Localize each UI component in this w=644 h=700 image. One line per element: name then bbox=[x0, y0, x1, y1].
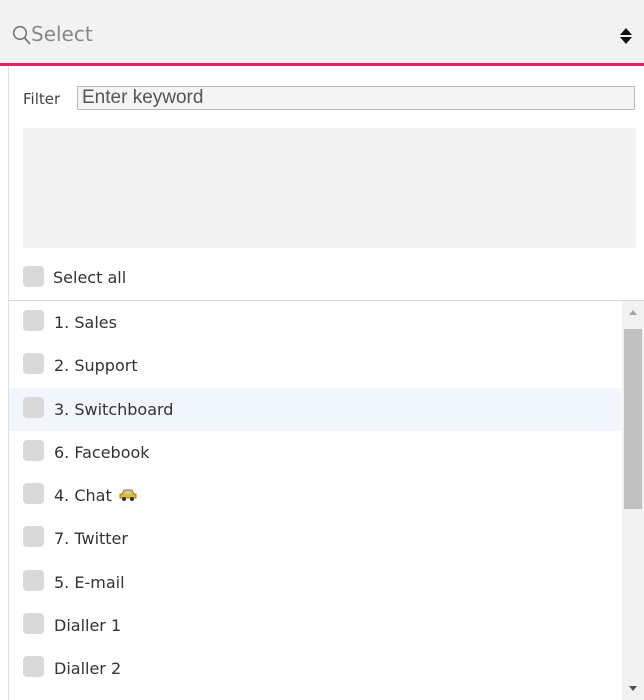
item-checkbox[interactable] bbox=[23, 310, 44, 331]
list-item[interactable]: 2. Support bbox=[9, 344, 621, 387]
list-item[interactable]: Dialler 2 bbox=[9, 647, 621, 690]
item-label: Dialler 1 bbox=[54, 616, 122, 636]
item-checkbox[interactable] bbox=[23, 439, 44, 461]
item-label-wrap: 4. Chat bbox=[54, 486, 138, 505]
filter-label: Filter bbox=[23, 90, 61, 108]
item-checkbox[interactable] bbox=[23, 353, 44, 375]
item-label: 7. Twitter bbox=[54, 529, 128, 549]
item-label: 1. Sales bbox=[54, 313, 117, 332]
options-list: 1. Sales 2. Support 3. Switchboard 6. Fa… bbox=[9, 301, 621, 700]
item-checkbox[interactable] bbox=[23, 569, 44, 591]
list-item[interactable]: 4. Chat bbox=[9, 474, 621, 517]
list-item[interactable]: 5. E-mail bbox=[9, 561, 621, 604]
list-item[interactable]: 3. Switchboard bbox=[9, 387, 621, 431]
item-checkbox[interactable] bbox=[23, 656, 44, 678]
sort-icon[interactable] bbox=[619, 27, 633, 45]
select-all-label: Select all bbox=[53, 268, 127, 287]
car-icon bbox=[119, 489, 137, 501]
list-item[interactable]: Dialler 1 bbox=[9, 604, 621, 647]
list-scrollbar[interactable] bbox=[622, 301, 644, 700]
item-label: 2. Support bbox=[54, 356, 138, 376]
list-item[interactable]: 7. Twitter bbox=[9, 517, 621, 560]
scroll-up-arrow-icon[interactable] bbox=[622, 301, 644, 325]
item-label: 4. Chat bbox=[54, 486, 112, 506]
select-placeholder: Select bbox=[31, 22, 93, 46]
list-item[interactable]: 1. Sales bbox=[9, 301, 621, 344]
scroll-thumb[interactable] bbox=[624, 329, 642, 509]
item-checkbox[interactable] bbox=[23, 483, 44, 505]
item-checkbox[interactable] bbox=[23, 613, 44, 635]
search-icon bbox=[12, 25, 31, 45]
list-item[interactable]: 6. Facebook bbox=[9, 431, 621, 474]
filter-input[interactable] bbox=[77, 86, 635, 110]
item-checkbox[interactable] bbox=[23, 396, 44, 418]
item-label: Dialler 2 bbox=[54, 659, 122, 679]
selected-items-box bbox=[23, 128, 636, 248]
item-checkbox[interactable] bbox=[23, 526, 44, 548]
item-label: 5. E-mail bbox=[54, 572, 125, 592]
select-dropdown[interactable]: Select bbox=[0, 0, 644, 66]
item-label: 6. Facebook bbox=[54, 442, 150, 462]
item-label: 3. Switchboard bbox=[54, 399, 174, 419]
scroll-down-arrow-icon[interactable] bbox=[622, 676, 644, 700]
select-all-checkbox[interactable] bbox=[23, 266, 44, 287]
